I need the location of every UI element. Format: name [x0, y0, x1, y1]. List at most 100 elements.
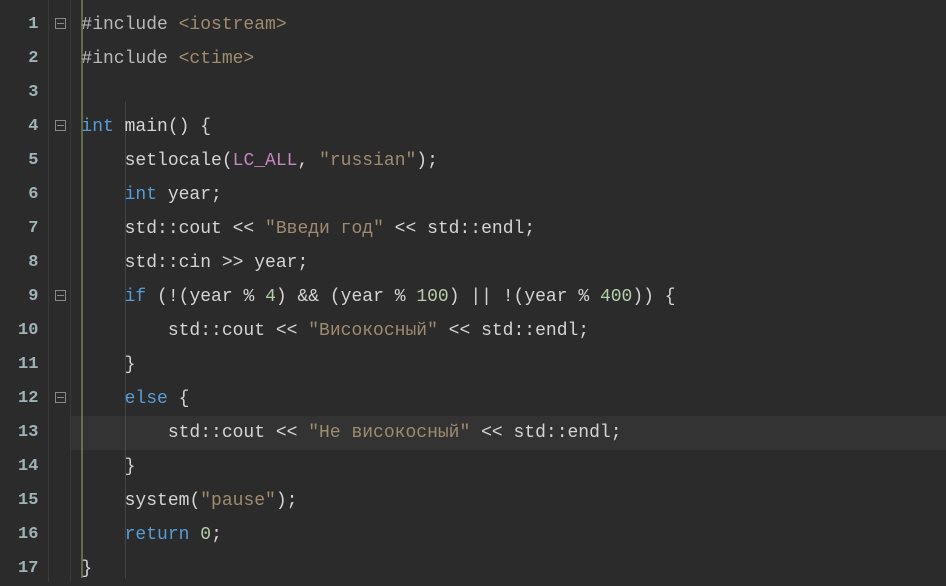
code-token: )) {: [632, 287, 675, 307]
fold-collapse-icon[interactable]: [55, 392, 66, 403]
code-token: if: [125, 287, 147, 307]
code-area[interactable]: #include <iostream>#include <ctime>int m…: [71, 0, 946, 582]
code-token: "Не високосный": [308, 423, 470, 443]
fold-slot: [53, 348, 68, 382]
code-token: int: [81, 117, 113, 137]
code-token: ;: [211, 525, 222, 545]
code-token: }: [81, 457, 135, 477]
code-token: ) || !(year %: [449, 287, 600, 307]
code-token: }: [81, 559, 92, 579]
code-token: else: [125, 389, 168, 409]
code-line[interactable]: system("pause");: [71, 484, 946, 518]
fold-slot: [53, 212, 68, 246]
fold-slot: [53, 76, 68, 110]
code-token: (: [189, 491, 200, 511]
code-token: ) && (year %: [276, 287, 416, 307]
fold-collapse-icon[interactable]: [55, 120, 66, 131]
code-line[interactable]: int main() {: [71, 110, 946, 144]
fold-slot: [53, 246, 68, 280]
code-token: );: [416, 151, 438, 171]
fold-slot: [53, 416, 68, 450]
code-token: << std::endl;: [384, 219, 535, 239]
code-token: int: [125, 185, 157, 205]
fold-slot: [53, 382, 68, 416]
fold-collapse-icon[interactable]: [55, 290, 66, 301]
code-line[interactable]: std::cin >> year;: [71, 246, 946, 280]
code-line[interactable]: }: [71, 450, 946, 484]
code-token: 400: [600, 287, 632, 307]
code-line[interactable]: }: [71, 552, 946, 586]
code-token: [81, 525, 124, 545]
code-token: "Високосный": [308, 321, 438, 341]
code-line[interactable]: return 0;: [71, 518, 946, 552]
code-line[interactable]: std::cout << "Не високосный" << std::end…: [71, 416, 946, 450]
code-token: #include: [81, 49, 178, 69]
code-token: std::cout <<: [81, 423, 308, 443]
code-line[interactable]: else {: [71, 382, 946, 416]
code-line[interactable]: std::cout << "Високосный" << std::endl;: [71, 314, 946, 348]
fold-slot: [53, 178, 68, 212]
code-token: << std::endl;: [470, 423, 621, 443]
code-token: main: [125, 117, 168, 137]
fold-slot: [53, 518, 68, 552]
code-token: std::cout <<: [81, 219, 265, 239]
code-token: [81, 185, 124, 205]
line-number: 3: [18, 76, 38, 110]
fold-slot: [53, 8, 68, 42]
code-token: );: [276, 491, 298, 511]
code-token: year;: [157, 185, 222, 205]
line-number: 8: [18, 246, 38, 280]
fold-slot: [53, 314, 68, 348]
code-token: "russian": [319, 151, 416, 171]
line-number: 13: [18, 416, 38, 450]
code-line[interactable]: [71, 76, 946, 110]
code-token: [81, 389, 124, 409]
line-number-gutter: 1234567891011121314151617: [0, 0, 49, 582]
line-number: 11: [18, 348, 38, 382]
fold-slot: [53, 144, 68, 178]
code-token: << std::endl;: [438, 321, 589, 341]
line-number: 17: [18, 552, 38, 586]
code-editor[interactable]: 1234567891011121314151617 #include <iost…: [0, 0, 946, 582]
fold-column[interactable]: [49, 0, 71, 582]
line-number: 4: [18, 110, 38, 144]
line-number: 15: [18, 484, 38, 518]
code-line[interactable]: int year;: [71, 178, 946, 212]
code-token: [81, 151, 124, 171]
code-token: #include: [81, 15, 178, 35]
code-token: <ctime>: [179, 49, 255, 69]
fold-slot: [53, 110, 68, 144]
code-token: "Введи год": [265, 219, 384, 239]
code-token: 4: [265, 287, 276, 307]
code-token: (!(year %: [146, 287, 265, 307]
code-token: [81, 287, 124, 307]
code-line[interactable]: }: [71, 348, 946, 382]
code-token: return: [125, 525, 190, 545]
fold-slot: [53, 42, 68, 76]
line-number: 12: [18, 382, 38, 416]
code-line[interactable]: #include <ctime>: [71, 42, 946, 76]
code-line[interactable]: setlocale(LC_ALL, "russian");: [71, 144, 946, 178]
code-line[interactable]: if (!(year % 4) && (year % 100) || !(yea…: [71, 280, 946, 314]
fold-slot: [53, 450, 68, 484]
code-token: [81, 491, 124, 511]
fold-collapse-icon[interactable]: [55, 18, 66, 29]
code-token: system: [125, 491, 190, 511]
line-number: 2: [18, 42, 38, 76]
code-line[interactable]: std::cout << "Введи год" << std::endl;: [71, 212, 946, 246]
code-token: ,: [297, 151, 319, 171]
code-token: (: [222, 151, 233, 171]
line-number: 16: [18, 518, 38, 552]
fold-slot: [53, 552, 68, 586]
line-number: 7: [18, 212, 38, 246]
fold-slot: [53, 280, 68, 314]
code-token: "pause": [200, 491, 276, 511]
line-number: 5: [18, 144, 38, 178]
code-token: () {: [168, 117, 211, 137]
code-line[interactable]: #include <iostream>: [71, 8, 946, 42]
code-token: [189, 525, 200, 545]
code-token: }: [81, 355, 135, 375]
code-token: 100: [416, 287, 448, 307]
code-token: std::cout <<: [81, 321, 308, 341]
code-token: std::cin >> year;: [81, 253, 308, 273]
